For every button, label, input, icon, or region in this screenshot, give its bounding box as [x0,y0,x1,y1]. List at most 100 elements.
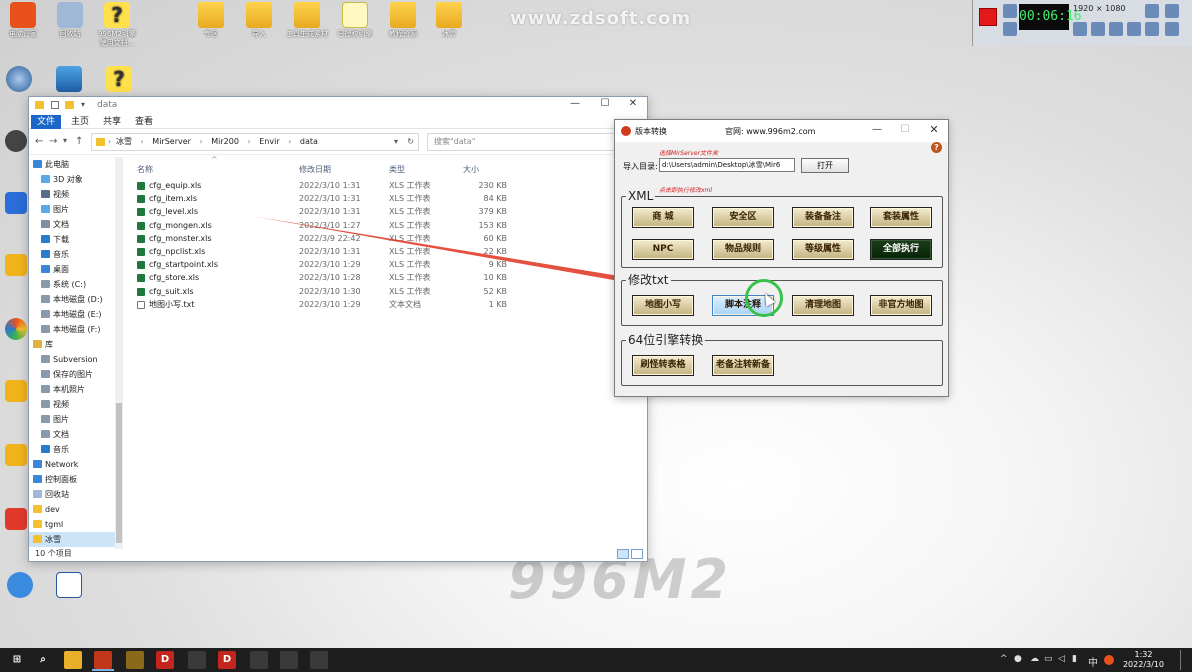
taskbar-window-2-icon[interactable] [250,651,268,669]
suit-attr-button[interactable]: 套装属性 [870,207,932,228]
file-row[interactable]: cfg_startpoint.xls 2022/3/10 1:29 XLS 工作表 9… [129,258,647,271]
mall-button[interactable]: 商 城 [632,207,694,228]
nav-item[interactable]: 视频 [29,187,122,202]
nav-item[interactable]: 音乐 [29,247,122,262]
file-row[interactable]: cfg_mongen.xls 2022/3/10 1:27 XLS 工作表 153 K… [129,219,647,232]
tab-home[interactable]: 主页 [65,115,95,129]
file-row[interactable]: cfg_store.xls 2022/3/10 1:28 XLS 工作表 10 KB [129,271,647,284]
details-view-button[interactable] [617,549,629,559]
nav-item[interactable]: 此电脑 [29,157,122,172]
desktop-icon-left-4[interactable] [4,254,28,278]
back-arrow-icon[interactable]: ← [35,136,43,147]
column-header-type[interactable]: 类型 [389,164,405,175]
tray-network-icon[interactable]: ▭ [1044,654,1053,664]
open-button[interactable]: 打开 [801,158,849,173]
nav-item[interactable]: 本地磁盘 (E:) [29,307,122,322]
nav-item[interactable]: 本机照片 [29,382,122,397]
desktop-icon-folder-zone[interactable]: 专区 [188,2,234,39]
desktop-icon-folder-import[interactable]: 导入 [236,2,282,39]
nav-item[interactable]: tgml [29,517,122,532]
tray-chevron-icon[interactable]: ^ [1000,654,1008,664]
nav-item[interactable]: 音乐 [29,442,122,457]
old-note-to-new-button[interactable]: 老备注转新备 [712,355,774,376]
camera-icon[interactable] [1003,4,1017,18]
up-arrow-icon[interactable]: ↑ [75,136,83,147]
history-chevron-icon[interactable]: ▾ [63,136,67,145]
close-button[interactable]: ✕ [621,98,645,109]
desktop-icon-word-doc[interactable] [46,572,92,600]
breadcrumb-mir200[interactable]: Mir200 [211,137,239,146]
desktop-icon-recycle-bin[interactable]: 回收站 [47,2,93,39]
execute-all-button[interactable]: 全部执行 [870,239,932,260]
nav-item[interactable]: 回收站 [29,487,122,502]
breadcrumb-bingxue[interactable]: 冰雪 [116,137,132,146]
taskbar-window-4-icon[interactable] [310,651,328,669]
nav-item[interactable]: dev [29,502,122,517]
nav-item[interactable]: 图片 [29,202,122,217]
file-row[interactable]: cfg_monster.xls 2022/3/9 22:42 XLS 工作表 60 K… [129,232,647,245]
nav-item[interactable]: 视频 [29,397,122,412]
column-header-date[interactable]: 修改日期 [299,164,331,175]
breadcrumb-data[interactable]: data [300,137,318,146]
level-attr-button[interactable]: 等级属性 [792,239,854,260]
maximize-button[interactable]: ☐ [593,98,617,109]
search-input[interactable]: 搜索"data" [427,133,645,151]
file-row[interactable]: cfg_equip.xls 2022/3/10 1:31 XLS 工作表 230 KB [129,179,647,192]
tab-view[interactable]: 查看 [129,115,159,129]
nav-item[interactable]: 系统 (C:) [29,277,122,292]
npc-button[interactable]: NPC [632,239,694,260]
monster-to-table-button[interactable]: 刷怪转表格 [632,355,694,376]
refresh-icon[interactable]: ↻ [407,134,414,150]
nav-item[interactable]: 冰雪 [29,532,122,547]
navigation-scrollbar[interactable] [115,157,122,549]
tool-maximize-button[interactable]: ☐ [893,124,917,135]
microphone-icon[interactable] [1091,22,1105,36]
tab-file[interactable]: 文件 [31,115,62,129]
nav-item[interactable]: 3D 对象 [29,172,122,187]
desktop-icon-computer[interactable] [54,66,84,94]
taskbar-engine-d-2-icon[interactable]: D [218,651,236,669]
ime-indicator[interactable]: 中 [1088,654,1098,669]
nav-item[interactable]: 文档 [29,217,122,232]
nav-item[interactable]: 本地磁盘 (D:) [29,292,122,307]
equip-note-button[interactable]: 装备备注 [792,207,854,228]
clock[interactable]: 1:32 2022/3/10 [1123,650,1164,670]
window-icon[interactable] [1145,22,1159,36]
tray-battery-icon[interactable]: ▮ [1072,654,1077,664]
folder-icon[interactable] [1165,4,1179,18]
taskbar-file-explorer-icon[interactable] [64,651,82,669]
clean-map-button[interactable]: 清理地图 [792,295,854,316]
desktop-icon-left-3[interactable] [4,192,28,216]
desktop-icon-left-2[interactable] [4,130,28,154]
tray-cloud-icon[interactable]: ☁ [1030,654,1039,664]
file-row[interactable]: cfg_item.xls 2022/3/10 1:31 XLS 工作表 84 KB [129,192,647,205]
gear-icon[interactable] [1165,22,1179,36]
breadcrumb-mirserver[interactable]: MirServer [152,137,191,146]
tray-app-icon[interactable] [1104,655,1114,665]
breadcrumb-envir[interactable]: Envir [259,137,279,146]
record-stop-button[interactable] [979,8,997,26]
desktop-icon-left-7[interactable] [4,444,28,468]
forward-arrow-icon[interactable]: → [49,136,57,147]
tool-minimize-button[interactable]: — [865,124,889,135]
show-desktop-button[interactable] [1180,650,1181,670]
nav-item[interactable]: Network [29,457,122,472]
nav-item[interactable]: 本地磁盘 (F:) [29,322,122,337]
nav-item[interactable]: 桌面 [29,262,122,277]
nav-item[interactable]: 图片 [29,412,122,427]
thumbnail-view-button[interactable] [631,549,643,559]
file-row[interactable]: cfg_level.xls 2022/3/10 1:31 XLS 工作表 379 KB [129,205,647,218]
desktop-icon-folder-bingxue[interactable]: 冰雪 [426,2,472,39]
taskbar-engine-d-1-icon[interactable]: D [156,651,174,669]
desktop-icon-left-9[interactable] [4,572,36,600]
checkbox-icon[interactable] [51,101,59,109]
map-lowercase-button[interactable]: 地图小写 [632,295,694,316]
chevron-down-icon[interactable]: ▾ [394,134,398,150]
nav-item[interactable]: 保存的图片 [29,367,122,382]
tray-volume-icon[interactable]: ◁ [1058,654,1065,664]
nav-item[interactable]: 文档 [29,427,122,442]
scrollbar-thumb[interactable] [116,403,122,543]
minimize-button[interactable]: — [563,98,587,109]
nav-item[interactable]: Subversion [29,352,122,367]
desktop-icon-left-8[interactable] [4,508,28,532]
